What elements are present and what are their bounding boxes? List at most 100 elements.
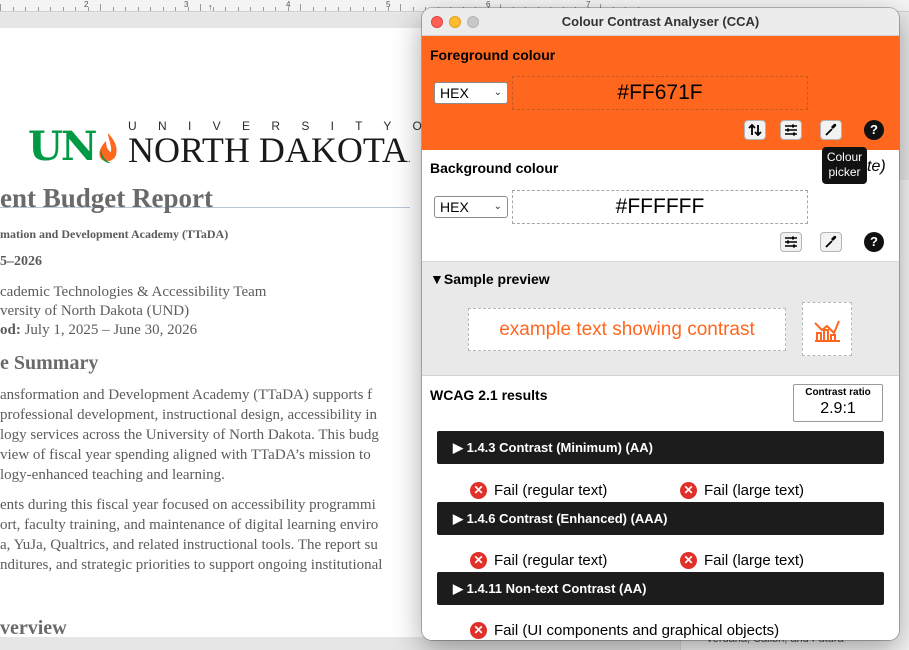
- fail-icon: ✕: [680, 552, 697, 569]
- tooltip-line: picker: [828, 165, 861, 179]
- foreground-colour-picker-button[interactable]: [820, 120, 842, 140]
- section-heading-summary: e Summary: [0, 352, 99, 374]
- foreground-format-select[interactable]: HEX ⌄: [434, 82, 508, 104]
- window-title: Colour Contrast Analyser (CCA): [561, 14, 760, 29]
- contrast-ratio-label: Contrast ratio: [805, 387, 871, 398]
- document-line: view of fiscal year spending aligned wit…: [0, 447, 371, 463]
- ruler-tick: [213, 7, 214, 11]
- eyedropper-icon: [825, 235, 837, 248]
- ruler-tick: [375, 7, 376, 11]
- ruler-tick: [325, 7, 326, 11]
- document-line: a, YuJa, Qualtrics, and related instruct…: [0, 537, 378, 553]
- section-heading-overview: verview: [0, 617, 67, 639]
- ruler-tick: [13, 7, 14, 11]
- wcag-results-section: WCAG 2.1 results Contrast ratio 2.9:1 ▶ …: [422, 376, 899, 640]
- ruler-tick: [113, 7, 114, 11]
- fail-icon: ✕: [470, 622, 487, 639]
- eyedropper-icon: [825, 123, 837, 136]
- ruler-tick: [188, 7, 189, 11]
- result-text: Fail (regular text): [494, 482, 608, 499]
- criterion-result: ✕ Fail (regular text): [470, 482, 607, 499]
- chevron-down-icon: ⌄: [493, 87, 502, 98]
- ruler-tick: [150, 7, 151, 11]
- document-line: versity of North Dakota (UND): [0, 303, 190, 319]
- und-logo-name: NORTH DAKOTA.: [128, 130, 411, 170]
- background-colour-picker-button[interactable]: [820, 232, 842, 252]
- ruler-tick: [75, 7, 76, 11]
- result-text: Fail (large text): [704, 552, 805, 569]
- und-logo-mark: U N: [28, 127, 121, 167]
- foreground-hex-input[interactable]: #FF671F: [512, 76, 808, 110]
- criterion-1-4-11-toggle[interactable]: ▶ 1.4.11 Non-text Contrast (AA): [437, 572, 884, 605]
- ruler-tick: [413, 7, 414, 11]
- ruler-tick: [363, 7, 364, 11]
- swap-icon: [748, 124, 762, 136]
- result-text: Fail (regular text): [494, 552, 608, 569]
- document-line: logy-enhanced teaching and learning.: [0, 467, 225, 483]
- sample-preview-toggle[interactable]: ▼Sample preview: [430, 271, 550, 287]
- result-text: Fail (UI components and graphical object…: [494, 622, 780, 639]
- fail-icon: ✕: [470, 482, 487, 499]
- document-line: ort, faculty training, and maintenance o…: [0, 517, 379, 533]
- ruler-tick: [200, 4, 201, 11]
- criterion-result: ✕ Fail (large text): [680, 552, 804, 569]
- indent-marker-icon[interactable]: ↑: [208, 3, 213, 12]
- document-line: ansformation and Development Academy (TT…: [0, 387, 373, 403]
- criterion-result: ✕ Fail (regular text): [470, 552, 607, 569]
- ruler-tick: [400, 4, 401, 11]
- swap-colours-button[interactable]: [744, 120, 766, 140]
- und-logo: U N U N I V E R S I T Y O F NORTH DAKOTA…: [28, 119, 450, 168]
- background-help-icon[interactable]: ?: [864, 232, 884, 252]
- ruler-tick: [288, 7, 289, 11]
- ruler-tick: [175, 7, 176, 11]
- cca-window: Colour Contrast Analyser (CCA) Foregroun…: [422, 8, 899, 640]
- document-line: ents during this fiscal year focused on …: [0, 497, 376, 513]
- document-fiscal-year: 5–2026: [0, 254, 42, 269]
- sample-preview-section: ▼Sample preview example text showing con…: [422, 262, 899, 376]
- foreground-format-value: HEX: [440, 85, 469, 101]
- criterion-1-4-3-toggle[interactable]: ▶ 1.4.3 Contrast (Minimum) (AA): [437, 431, 884, 464]
- result-text: Fail (large text): [704, 482, 805, 499]
- foreground-help-icon[interactable]: ?: [864, 120, 884, 140]
- contrast-ratio-box: Contrast ratio 2.9:1: [793, 384, 883, 422]
- ruler-tick: [63, 7, 64, 11]
- ruler-tick: [300, 4, 301, 11]
- background-format-value: HEX: [440, 199, 469, 215]
- ruler-tick: [250, 7, 251, 11]
- ruler-tick: [100, 4, 101, 11]
- wcag-results-label: WCAG 2.1 results: [430, 387, 548, 403]
- ruler-tick: [238, 7, 239, 11]
- ruler-tick: [313, 7, 314, 11]
- criterion-result: ✕ Fail (UI components and graphical obje…: [470, 622, 779, 639]
- ruler-tick: [338, 7, 339, 11]
- document-title: ent Budget Report: [0, 183, 213, 213]
- document-line: logy services across the University of N…: [0, 427, 379, 443]
- ruler-tick: [225, 7, 226, 11]
- chevron-down-icon: ⌄: [493, 201, 502, 212]
- fail-icon: ✕: [680, 482, 697, 499]
- ruler-tick: [25, 7, 26, 11]
- background-sliders-button[interactable]: [780, 232, 802, 252]
- background-label: Background colour: [430, 160, 559, 176]
- document-line: professional development, instructional …: [0, 407, 377, 423]
- window-titlebar[interactable]: Colour Contrast Analyser (CCA): [422, 8, 899, 36]
- foreground-sliders-button[interactable]: [780, 120, 802, 140]
- foreground-label: Foreground colour: [430, 47, 556, 63]
- chart-icon: [814, 320, 840, 342]
- sample-graphic-preview: [802, 302, 852, 356]
- background-hex-input[interactable]: #FFFFFF: [512, 190, 808, 224]
- foreground-section: Foreground colour HEX ⌄ #FF671F ?: [422, 36, 899, 150]
- tooltip-line: Colour: [826, 150, 863, 164]
- ruler-tick: [163, 7, 164, 11]
- sample-text-preview: example text showing contrast: [468, 308, 786, 351]
- ruler-tick: [88, 7, 89, 11]
- colour-picker-tooltip: Colour picker: [822, 147, 867, 184]
- criterion-result: ✕ Fail (large text): [680, 482, 804, 499]
- ruler-tick: [38, 7, 39, 11]
- ruler-tick: [350, 7, 351, 11]
- ruler-tick: [263, 7, 264, 11]
- ruler-tick: [388, 7, 389, 11]
- background-format-select[interactable]: HEX ⌄: [434, 196, 508, 218]
- criterion-1-4-6-toggle[interactable]: ▶ 1.4.6 Contrast (Enhanced) (AAA): [437, 502, 884, 535]
- sliders-icon: [785, 236, 797, 248]
